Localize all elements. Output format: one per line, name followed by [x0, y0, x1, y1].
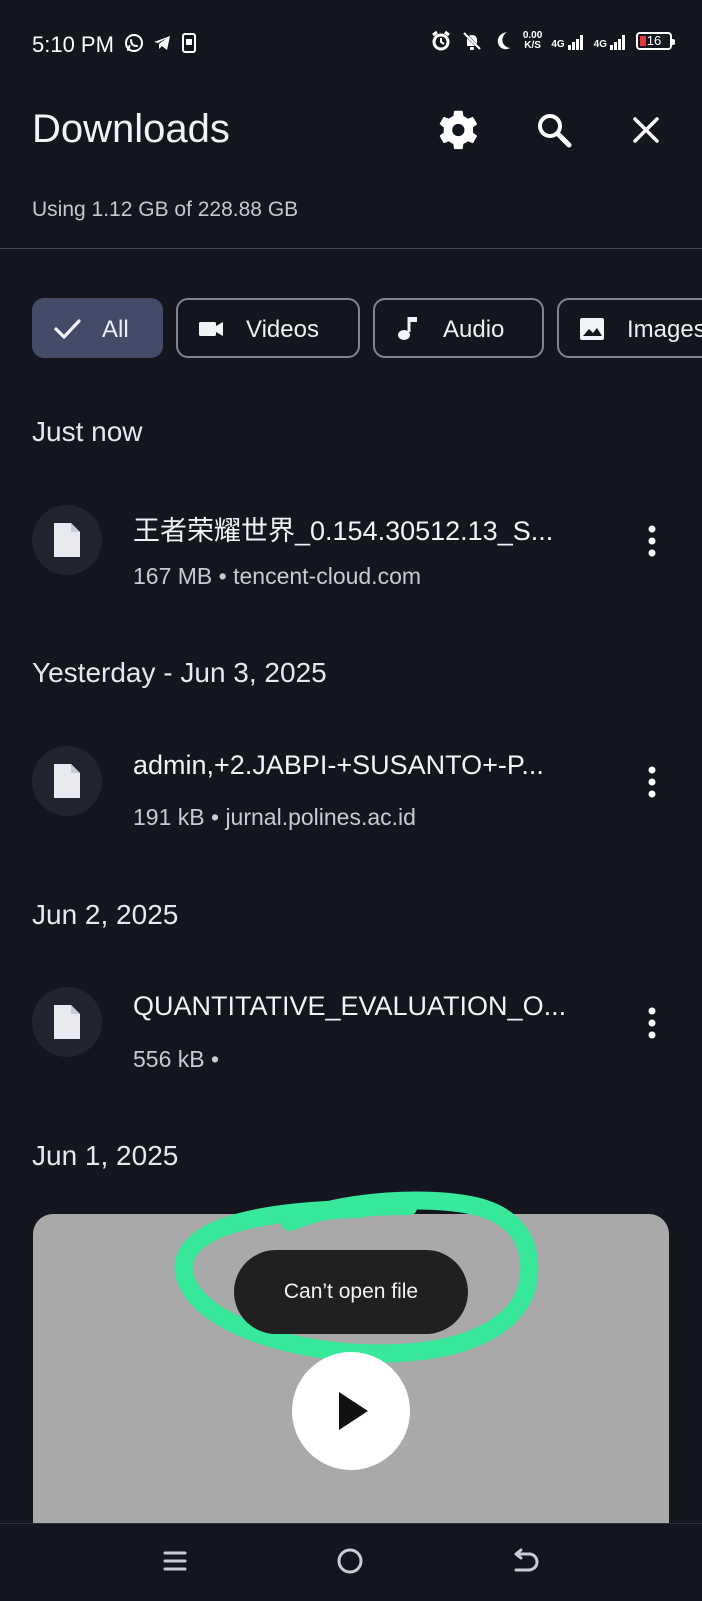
- device-icon: [180, 33, 198, 53]
- alarm-icon: [430, 30, 452, 52]
- more-options-icon[interactable]: [631, 520, 673, 562]
- downloads-header: Downloads Using 1.12 GB of 228.88 GB: [0, 88, 702, 249]
- settings-icon[interactable]: [434, 104, 486, 156]
- system-navigation-bar: [0, 1523, 702, 1601]
- file-icon-wrap: [32, 987, 102, 1057]
- status-left-icons: [124, 33, 198, 53]
- battery-fill: [640, 36, 646, 46]
- filter-chip-label: Videos: [246, 316, 319, 343]
- page-title: Downloads: [32, 107, 230, 151]
- signal-1-label: 4G: [551, 39, 565, 50]
- status-time: 5:10 PM: [32, 32, 114, 57]
- status-right: 0.00 K/S 4G 4G 16: [430, 30, 675, 52]
- whatsapp-icon: [124, 33, 144, 53]
- notification-off-icon: [461, 30, 483, 52]
- signal-1: 4G: [551, 32, 584, 50]
- battery-icon: 16: [636, 32, 675, 50]
- file-icon-wrap: [32, 746, 102, 816]
- play-button[interactable]: [292, 1352, 410, 1470]
- download-item-name[interactable]: QUANTITATIVE_EVALUATION_O...: [133, 991, 603, 1022]
- filter-chip-all[interactable]: All: [32, 298, 163, 358]
- battery-level: 16: [646, 33, 662, 48]
- filter-chip-audio[interactable]: Audio: [373, 298, 544, 358]
- signal-bars-icon: [567, 35, 583, 50]
- signal-2-label: 4G: [593, 39, 607, 50]
- filter-chip-label: All: [102, 316, 129, 343]
- signal-bars-icon: [610, 35, 625, 50]
- network-speed-unit: K/S: [524, 40, 541, 51]
- filter-chip-label: Images: [627, 316, 702, 343]
- status-bar: 5:10 PM 0.00 K/S 4G 4G 16: [0, 0, 702, 88]
- check-icon: [54, 319, 81, 339]
- download-item-meta: 191 kB • jurnal.polines.ac.id: [133, 804, 416, 830]
- signal-2: 4G: [594, 32, 627, 50]
- section-title: Jun 2, 2025: [32, 899, 179, 930]
- video-icon: [199, 322, 223, 336]
- download-item-name[interactable]: admin,+2.JABPI-+SUSANTO+-P...: [133, 750, 603, 781]
- close-icon[interactable]: [620, 104, 672, 156]
- menu-icon[interactable]: [152, 1538, 198, 1584]
- more-options-icon[interactable]: [631, 761, 673, 803]
- filter-chip-images[interactable]: Images: [557, 298, 702, 358]
- image-icon: [580, 318, 604, 340]
- section-title: Yesterday - Jun 3, 2025: [32, 657, 327, 688]
- filter-chip-bar: All Videos Audio Images: [32, 298, 702, 360]
- download-item-name[interactable]: 王者荣耀世界_0.154.30512.13_S...: [133, 509, 603, 548]
- filter-chip-videos[interactable]: Videos: [176, 298, 360, 358]
- network-speed: 0.00 K/S: [523, 31, 542, 51]
- file-icon: [54, 1005, 80, 1039]
- home-icon[interactable]: [327, 1538, 373, 1584]
- file-icon-wrap: [32, 505, 102, 575]
- moon-icon: [492, 30, 514, 52]
- storage-usage-text: Using 1.12 GB of 228.88 GB: [32, 198, 299, 221]
- telegram-icon: [152, 33, 172, 53]
- file-icon: [54, 523, 80, 557]
- cant-open-file-toast: Can’t open file: [234, 1250, 468, 1334]
- download-item-meta: 167 MB • tencent-cloud.com: [133, 563, 422, 589]
- music-icon: [398, 317, 417, 340]
- section-title: Just now: [32, 416, 143, 447]
- search-icon[interactable]: [528, 104, 580, 156]
- back-icon[interactable]: [502, 1538, 548, 1584]
- play-icon: [339, 1392, 368, 1430]
- filter-chip-label: Audio: [443, 316, 505, 343]
- download-item-meta: 556 kB •: [133, 1046, 220, 1072]
- section-title: Jun 1, 2025: [32, 1140, 179, 1171]
- file-icon: [54, 764, 80, 798]
- more-options-icon[interactable]: [631, 1002, 673, 1044]
